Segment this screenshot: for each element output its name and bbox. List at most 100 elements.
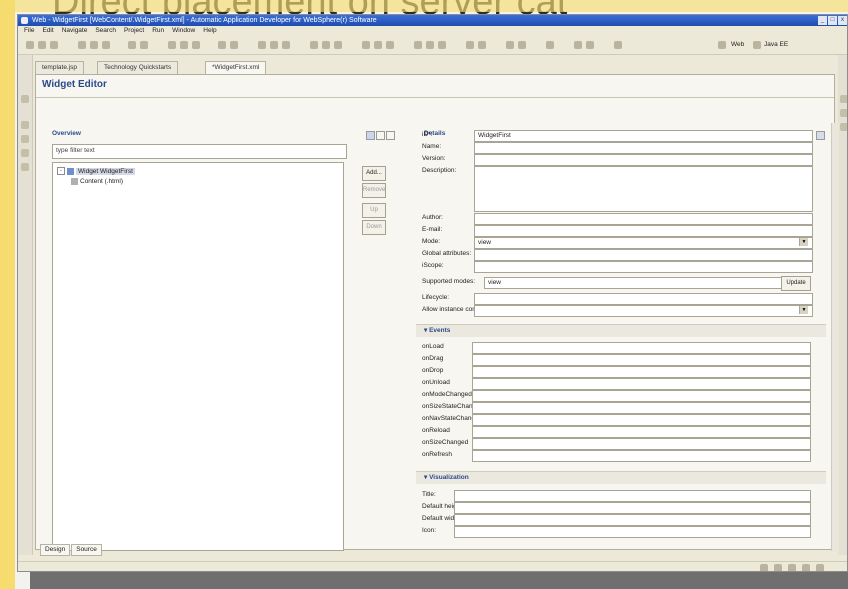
status-icon-5[interactable] [816, 564, 824, 571]
menu-edit[interactable]: Edit [42, 26, 53, 36]
status-icon-4[interactable] [802, 564, 810, 571]
version-field[interactable] [474, 154, 813, 166]
event-field-ondrop[interactable] [472, 366, 811, 378]
servers-icon[interactable] [21, 163, 29, 171]
event-field-onunload[interactable] [472, 378, 811, 390]
palette-icon[interactable] [586, 41, 594, 49]
table-icon[interactable] [218, 41, 226, 49]
debug-icon[interactable] [258, 41, 266, 49]
tab-design[interactable]: Design [40, 544, 71, 556]
menu-project[interactable]: Project [124, 26, 144, 36]
id-field[interactable]: WidgetFirst [474, 130, 813, 142]
new-package-icon[interactable] [334, 41, 342, 49]
remove-button[interactable]: Remove [362, 183, 386, 198]
name-field[interactable] [474, 142, 813, 154]
tab-technology-quickstarts[interactable]: Technology Quickstarts [97, 61, 179, 74]
vis-field-default-width[interactable] [454, 514, 811, 526]
align-icon[interactable] [180, 41, 188, 49]
new-project-icon[interactable] [310, 41, 318, 49]
undo-icon[interactable] [128, 41, 136, 49]
tab-widgetfirst-xml[interactable]: *WidgetFirst.xml [205, 61, 267, 74]
perspective-web[interactable]: Web [731, 40, 744, 50]
event-field-ondrag[interactable] [472, 354, 811, 366]
sort-icon[interactable] [366, 131, 375, 140]
format-icon[interactable] [168, 41, 176, 49]
events-section-header[interactable]: ▾ Events [416, 324, 826, 337]
author-field[interactable] [474, 213, 813, 225]
palette-view-icon[interactable] [840, 95, 847, 103]
menu-run[interactable]: Run [152, 26, 164, 36]
tree-item-content[interactable]: Content (.html) [71, 177, 123, 186]
open-resource-icon[interactable] [386, 41, 394, 49]
menu-search[interactable]: Search [95, 26, 116, 36]
collapse-all-icon[interactable] [386, 131, 395, 140]
menu-file[interactable]: File [24, 26, 34, 36]
allow-instance-dropdown-icon[interactable]: ▼ [799, 306, 808, 314]
allow-instance-content-select[interactable] [474, 305, 813, 317]
paste-icon[interactable] [102, 41, 110, 49]
mode-dropdown-icon[interactable]: ▼ [799, 238, 808, 246]
properties-view-icon[interactable] [840, 109, 847, 117]
down-button[interactable]: Down [362, 220, 386, 235]
tab-template-jsp[interactable]: template.jsp [35, 61, 85, 74]
toggle-icon[interactable] [466, 41, 474, 49]
outline-icon[interactable] [21, 135, 29, 143]
image-icon[interactable] [230, 41, 238, 49]
event-field-onmodechanged[interactable] [472, 390, 811, 402]
refresh-icon[interactable] [614, 41, 622, 49]
open-type-icon[interactable] [374, 41, 382, 49]
server-icon[interactable] [282, 41, 290, 49]
mark-icon[interactable] [478, 41, 486, 49]
event-field-onsizechanged[interactable] [472, 438, 811, 450]
close-button[interactable]: x [838, 16, 847, 25]
new-class-icon[interactable] [322, 41, 330, 49]
tree-item-widget[interactable]: - Widget WidgetFirst [57, 167, 135, 176]
vis-field-title[interactable] [454, 490, 811, 502]
vis-field-icon[interactable] [454, 526, 811, 538]
print-icon[interactable] [50, 41, 58, 49]
status-icon-2[interactable] [774, 564, 782, 571]
annotation-icon[interactable] [414, 41, 422, 49]
cut-icon[interactable] [78, 41, 86, 49]
menu-window[interactable]: Window [172, 26, 195, 36]
indent-icon[interactable] [192, 41, 200, 49]
collapse-twistie-icon[interactable]: - [57, 167, 65, 176]
navigator-icon[interactable] [21, 149, 29, 157]
perspective-java-ee[interactable]: Java EE [764, 40, 788, 50]
update-button[interactable]: Update [781, 276, 811, 291]
lifecycle-field[interactable] [474, 293, 813, 305]
run-icon[interactable] [270, 41, 278, 49]
event-field-onsizestatechanged[interactable] [472, 402, 811, 414]
forward-icon[interactable] [438, 41, 446, 49]
event-field-onnavstatechanged[interactable] [472, 414, 811, 426]
iscope-field[interactable] [474, 261, 813, 273]
email-field[interactable] [474, 225, 813, 237]
redo-icon[interactable] [140, 41, 148, 49]
back-icon[interactable] [426, 41, 434, 49]
restore-icon[interactable] [21, 95, 29, 103]
copy-icon[interactable] [90, 41, 98, 49]
details-scrollbar[interactable] [831, 123, 839, 551]
search-icon[interactable] [362, 41, 370, 49]
validate-icon[interactable] [518, 41, 526, 49]
mode-select[interactable]: view [474, 237, 813, 249]
task-icon[interactable] [574, 41, 582, 49]
supported-modes-field[interactable]: view [484, 277, 783, 289]
project-explorer-icon[interactable] [21, 121, 29, 129]
save-icon[interactable] [38, 41, 46, 49]
add-button[interactable]: Add... [362, 166, 386, 181]
open-perspective-icon[interactable] [718, 41, 726, 49]
links-icon[interactable] [546, 41, 554, 49]
minimize-button[interactable]: _ [818, 16, 827, 25]
status-icon-1[interactable] [760, 564, 768, 571]
event-field-onreload[interactable] [472, 426, 811, 438]
status-icon-3[interactable] [788, 564, 796, 571]
maximize-button[interactable]: □ [828, 16, 837, 25]
expand-all-icon[interactable] [376, 131, 385, 140]
menu-help[interactable]: Help [203, 26, 216, 36]
global-attributes-field[interactable] [474, 249, 813, 261]
up-button[interactable]: Up [362, 203, 386, 218]
menu-navigate[interactable]: Navigate [62, 26, 88, 36]
description-field[interactable] [474, 166, 813, 212]
event-field-onload[interactable] [472, 342, 811, 354]
